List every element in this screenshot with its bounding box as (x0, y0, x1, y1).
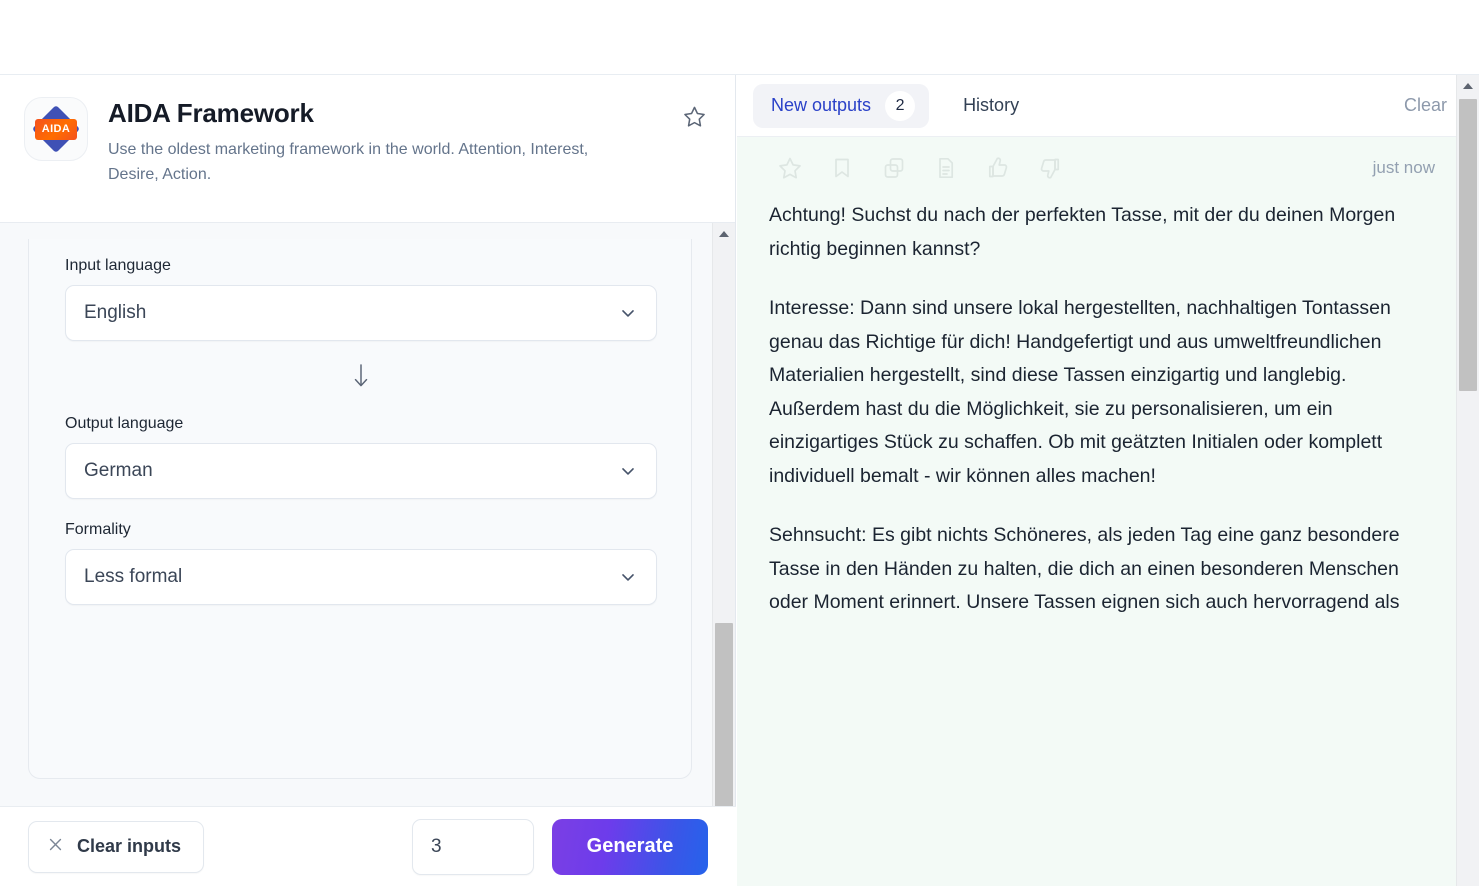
logo-badge-text: AIDA (41, 123, 71, 135)
input-language-select[interactable]: English (65, 285, 657, 341)
favorite-star-icon[interactable] (677, 99, 711, 133)
scroll-up-arrow-icon[interactable] (713, 223, 735, 245)
input-language-value: English (84, 302, 147, 323)
output-tabs: New outputs 2 History Clear (737, 75, 1479, 137)
form-scroll-region: Input language English Output language G… (0, 223, 712, 886)
output-language-select[interactable]: German (65, 443, 657, 499)
chevron-down-icon (618, 461, 638, 481)
output-count-input[interactable] (412, 818, 534, 875)
output-paragraph: Sehnsucht: Es gibt nichts Schöneres, als… (769, 524, 1400, 614)
output-language-value: German (84, 460, 153, 481)
formality-select[interactable]: Less formal (65, 549, 657, 605)
tab-new-outputs-label: New outputs (771, 95, 872, 115)
tool-header: AIDA AIDA Framework Use the oldest marke… (0, 75, 735, 223)
output-scrollbar[interactable] (1456, 75, 1479, 886)
output-language-label: Output language (65, 415, 184, 432)
form-scrollbar[interactable] (712, 223, 735, 886)
document-icon[interactable] (929, 151, 963, 185)
formality-value: Less formal (84, 566, 183, 587)
tab-new-outputs[interactable]: New outputs 2 (753, 83, 930, 128)
tab-history[interactable]: History (955, 95, 1027, 116)
tool-input-panel: AIDA AIDA Framework Use the oldest marke… (0, 75, 736, 886)
top-strip (0, 0, 1479, 75)
output-text-body: Achtung! Suchst du nach der perfekten Ta… (769, 199, 1439, 620)
aida-logo-icon: AIDA (24, 97, 88, 161)
scrollbar-thumb[interactable] (715, 623, 733, 831)
new-outputs-count-badge: 2 (885, 90, 916, 121)
generate-button[interactable]: Generate (552, 818, 708, 875)
clear-outputs-button[interactable]: Clear (1404, 95, 1463, 116)
logo-badge: AIDA (35, 119, 77, 140)
thumbs-up-icon[interactable] (981, 151, 1015, 185)
copy-icon[interactable] (877, 151, 911, 185)
thumbs-down-icon[interactable] (1033, 151, 1067, 185)
scrollbar-thumb[interactable] (1459, 99, 1477, 391)
clear-inputs-button[interactable]: Clear inputs (28, 820, 205, 873)
bottom-action-bar: Clear inputs Generate (0, 806, 736, 886)
formality-label: Formality (65, 521, 131, 538)
output-timestamp: just now (1372, 158, 1435, 177)
output-panel: New outputs 2 History Clear just now Ach… (737, 75, 1479, 886)
input-fields-card: Input language English Output language G… (28, 239, 692, 779)
input-language-label: Input language (65, 257, 171, 274)
chevron-down-icon (618, 567, 638, 587)
clear-inputs-label: Clear inputs (77, 836, 182, 856)
language-direction-arrow (65, 341, 657, 411)
output-paragraph: Interesse: Dann sind unsere lokal herges… (769, 297, 1391, 487)
output-paragraph: Achtung! Suchst du nach der perfekten Ta… (769, 204, 1396, 260)
tool-description: Use the oldest marketing framework in th… (108, 140, 589, 183)
chevron-down-icon (618, 303, 638, 323)
scroll-up-arrow-icon[interactable] (1457, 75, 1479, 97)
output-item-actions: just now (769, 137, 1439, 199)
close-x-icon (47, 836, 64, 858)
star-outline-icon[interactable] (773, 151, 807, 185)
app-root: AIDA AIDA Framework Use the oldest marke… (0, 0, 1479, 886)
page-title: AIDA Framework (108, 98, 314, 128)
bookmark-icon[interactable] (825, 151, 859, 185)
output-content: just now Achtung! Suchst du nach der per… (737, 137, 1479, 886)
